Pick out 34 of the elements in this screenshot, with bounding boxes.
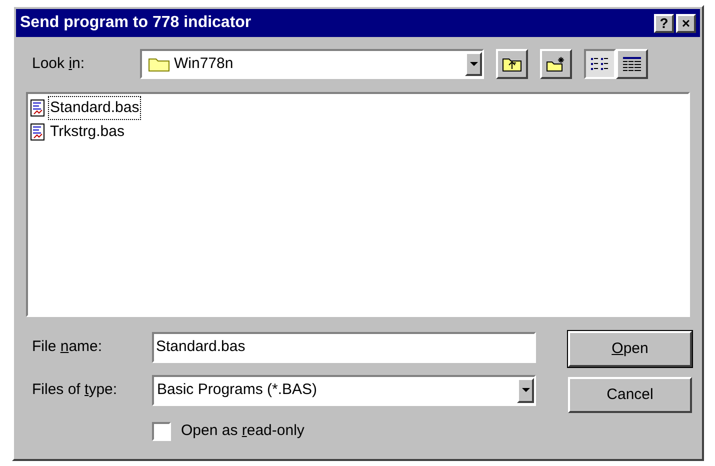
up-folder-button[interactable] xyxy=(496,49,528,79)
file-name: Standard.bas xyxy=(48,96,142,120)
file-item[interactable]: Standard.bas xyxy=(30,96,686,120)
file-type-value: Basic Programs (*.BAS) xyxy=(157,380,318,400)
cancel-button[interactable]: Cancel xyxy=(568,377,692,413)
file-name: Trkstrg.bas xyxy=(49,122,126,142)
help-button[interactable]: ? xyxy=(654,14,674,32)
file-item[interactable]: Trkstrg.bas xyxy=(30,120,686,144)
file-type-label: Files of type: xyxy=(32,380,118,400)
open-button[interactable]: Open xyxy=(568,331,692,367)
folder-icon xyxy=(148,56,170,72)
details-view-button[interactable] xyxy=(616,49,648,79)
file-type-dropdown[interactable]: Basic Programs (*.BAS) xyxy=(152,374,536,406)
look-in-dropdown[interactable]: Win778n xyxy=(140,49,484,79)
look-in-value: Win778n xyxy=(174,54,234,74)
dropdown-button[interactable] xyxy=(465,52,482,76)
dropdown-button[interactable] xyxy=(517,378,534,402)
caret-icon xyxy=(522,388,530,392)
details-view-icon xyxy=(622,56,642,72)
list-view-icon xyxy=(590,56,610,72)
window-title: Send program to 778 indicator xyxy=(20,13,252,33)
caret-icon xyxy=(470,62,478,66)
file-name-field[interactable]: Standard.bas xyxy=(152,332,536,362)
read-only-checkbox[interactable] xyxy=(152,422,171,441)
close-button[interactable]: × xyxy=(676,14,696,32)
folder-up-icon xyxy=(502,56,522,72)
document-icon xyxy=(30,99,46,117)
read-only-label: Open as read-only xyxy=(181,421,304,441)
document-icon xyxy=(30,123,46,141)
file-name-label: File name: xyxy=(32,336,104,357)
new-folder-icon xyxy=(546,56,566,72)
look-in-label: Look in: xyxy=(32,54,86,74)
list-view-button[interactable] xyxy=(584,49,616,79)
new-folder-button[interactable] xyxy=(540,49,572,79)
